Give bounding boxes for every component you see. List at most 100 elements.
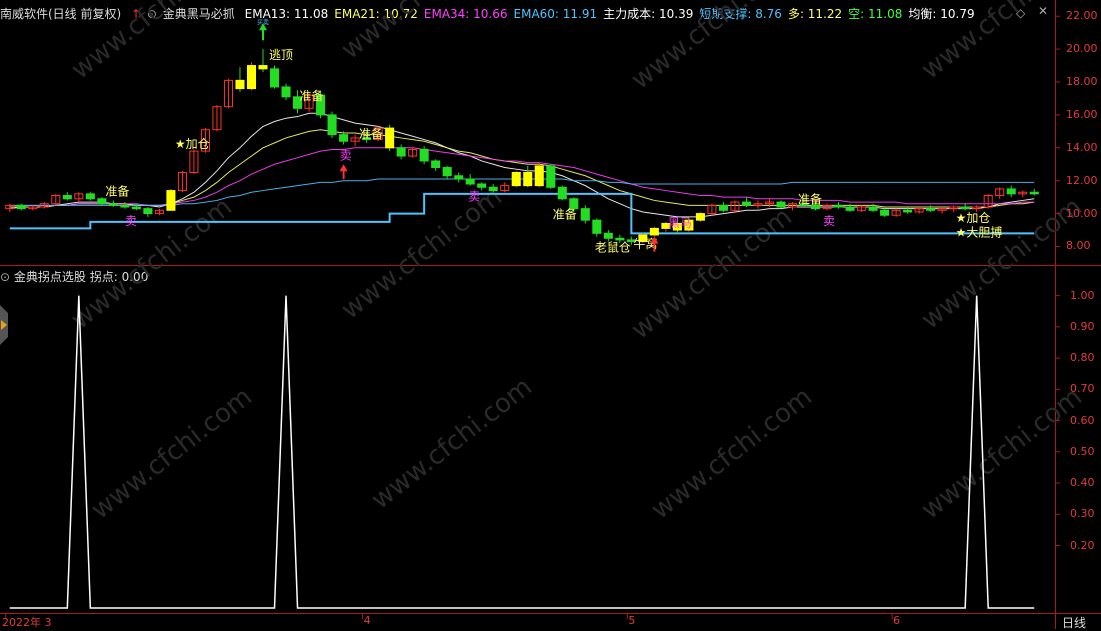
candle-body: [166, 190, 176, 211]
candle-body: [16, 204, 26, 210]
sub-tick: 0.30: [1070, 507, 1095, 521]
price-tick: 22.00: [1066, 9, 1098, 23]
candle-body: [108, 203, 118, 206]
candle-body: [442, 167, 452, 177]
candle-body: [396, 147, 406, 157]
price-tick: 18.00: [1066, 75, 1098, 88]
candle-body: [776, 201, 786, 208]
candle-body: [649, 227, 659, 236]
period-label[interactable]: 日线: [1062, 614, 1086, 631]
sell-label: 卖: [125, 214, 137, 228]
sub-tick: 0.90: [1070, 319, 1095, 333]
price-tick: 14.00: [1066, 140, 1098, 154]
candle-body: [454, 175, 464, 180]
candle-body: [960, 206, 970, 210]
candle-body: [85, 193, 95, 200]
watermark-text: www.cfchi.com: [626, 0, 798, 96]
add-label: ★加仓: [175, 137, 210, 151]
candle-body: [385, 127, 395, 149]
series-line-3: [9, 178, 1035, 206]
candle-body: [695, 213, 705, 221]
candle-body: [718, 204, 728, 211]
tiny-label: 买卖: [257, 18, 269, 26]
watermark-text: www.cfchi.com: [66, 0, 238, 86]
candle-body: [465, 178, 475, 185]
candle-body: [143, 208, 153, 215]
sub-tick: 0.50: [1070, 444, 1095, 458]
escape-label: 逃顶: [269, 48, 293, 62]
sub-tick: 0.80: [1070, 351, 1095, 365]
sub-tick: 0.40: [1070, 476, 1095, 490]
price-tick: 10.00: [1066, 206, 1098, 220]
candle-body: [131, 206, 141, 210]
candle-body: [741, 201, 751, 206]
candle-body: [62, 195, 72, 200]
watermark-text: www.cfchi.com: [626, 202, 798, 346]
candle-body: [926, 208, 936, 211]
price-tick: 20.00: [1066, 42, 1098, 56]
candle-body: [903, 209, 913, 213]
candle-body: [511, 171, 521, 187]
sub-tick: 0.70: [1070, 382, 1095, 396]
candle-body: [534, 165, 544, 187]
price-tick: 12.00: [1066, 173, 1098, 187]
watermark-text: www.cfchi.com: [336, 0, 508, 66]
candle-body: [339, 134, 349, 142]
candle-body: [235, 79, 245, 90]
date-tick: 2022年 3: [2, 616, 52, 629]
candle-body: [557, 186, 567, 200]
ready-label: 准备: [105, 185, 129, 199]
candle-body: [880, 209, 890, 216]
dark-horse-label: 黑马: [668, 216, 692, 230]
watermark-text: www.cfchi.com: [916, 382, 1088, 526]
sub-tick: 1.00: [1070, 288, 1095, 302]
series-line-2: [9, 147, 1035, 206]
watermark-text: www.cfchi.com: [916, 192, 1088, 336]
candle-body: [97, 198, 107, 205]
candle-body: [580, 208, 590, 221]
candle-body: [845, 206, 855, 211]
candle-body: [281, 86, 291, 98]
sell-label: 卖: [468, 189, 480, 203]
candle-body: [327, 114, 337, 136]
price-tick: 8.00: [1066, 239, 1091, 253]
price-tick: 16.00: [1066, 107, 1098, 121]
candle-body: [488, 186, 498, 192]
mouse-label: 老鼠仓: [595, 240, 631, 254]
watermark-text: www.cfchi.com: [336, 182, 508, 326]
date-tick: 4: [363, 614, 371, 627]
candle-body: [834, 204, 844, 208]
sub-tick: 0.60: [1070, 413, 1095, 427]
candle-body: [1006, 188, 1016, 195]
watermark-text: www.cfchi.com: [366, 372, 538, 516]
sell-label: 卖: [823, 214, 835, 228]
series-line-1: [9, 129, 1035, 208]
bold-label: ★大胆搏: [956, 226, 1003, 240]
up-arrow-icon: [339, 164, 348, 180]
candle-body: [477, 183, 487, 188]
ready-label: 准备: [300, 89, 324, 103]
ready-label: 准备: [553, 208, 577, 222]
ready-label: 准备: [798, 193, 822, 207]
watermark-text: www.cfchi.com: [646, 382, 818, 526]
candle-body: [603, 232, 613, 239]
date-tick: 6: [893, 614, 901, 627]
candle-body: [269, 68, 280, 88]
candle-body: [258, 65, 268, 70]
series-line-0: [9, 112, 1035, 218]
watermark-text: www.cfchi.com: [86, 382, 258, 526]
ready-label: 准备: [359, 127, 383, 141]
add-label: ★加仓: [956, 211, 991, 225]
candle-body: [246, 65, 257, 90]
candle-body: [592, 219, 602, 234]
candle-body: [431, 160, 441, 169]
candle-body: [419, 148, 429, 162]
candle-body: [868, 206, 878, 211]
candle-body: [523, 171, 533, 187]
watermark-text: www.cfchi.com: [916, 0, 1088, 86]
chart-canvas[interactable]: www.cfchi.com www.cfchi.com www.cfchi.com w…: [0, 0, 1101, 629]
date-tick: 5: [628, 614, 636, 627]
sub-tick: 0.20: [1070, 538, 1095, 552]
candle-body: [546, 165, 556, 188]
sell-label: 卖: [340, 148, 352, 162]
